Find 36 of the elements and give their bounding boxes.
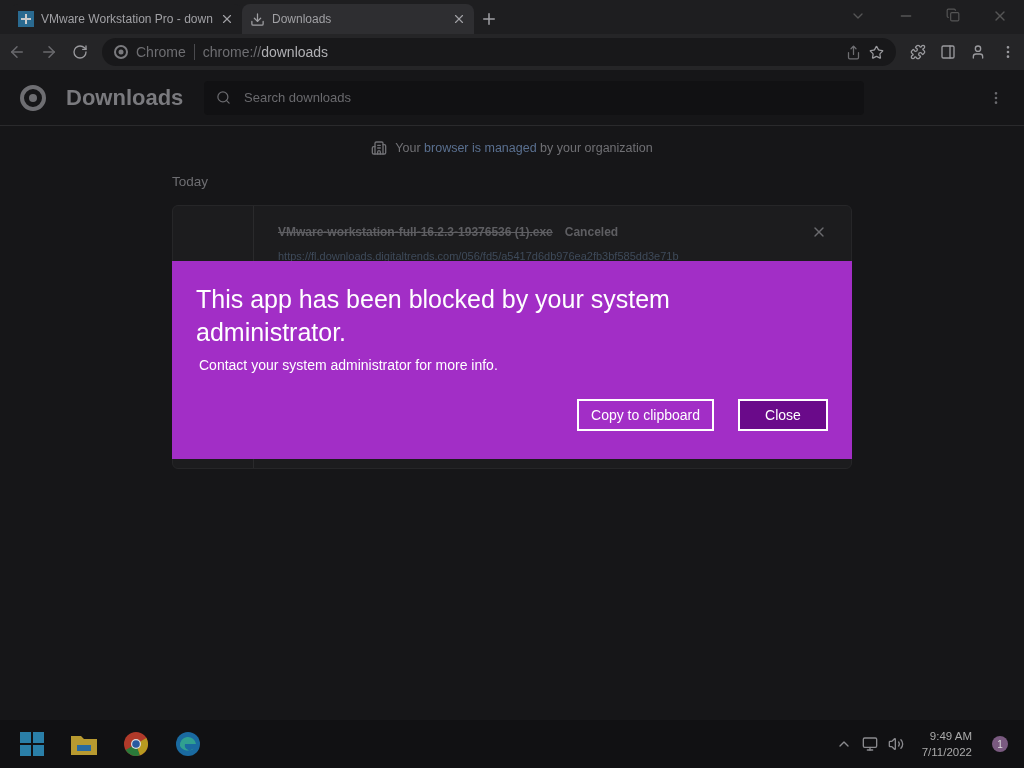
back-icon[interactable] — [8, 43, 26, 61]
page-title: Downloads — [66, 84, 184, 111]
edge-icon[interactable] — [176, 732, 200, 756]
clock[interactable]: 9:49 AM 7/11/2022 — [921, 728, 972, 760]
profile-icon[interactable] — [970, 44, 986, 60]
dialog-title: This app has been blocked by your system administrator. — [196, 284, 671, 348]
close-icon[interactable] — [220, 12, 234, 26]
volume-icon[interactable] — [887, 736, 904, 752]
chrome-logo — [20, 84, 46, 111]
close-icon[interactable] — [452, 12, 466, 26]
managed-link[interactable]: browser is managed — [424, 141, 537, 155]
search-field[interactable]: Search downloads — [204, 80, 864, 115]
dialog-message: Contact your system administrator for more info. — [199, 357, 499, 373]
notification-badge[interactable]: 1 — [992, 736, 1008, 752]
folder-icon[interactable] — [71, 733, 97, 755]
section-heading: Today — [172, 174, 210, 189]
chrome-icon — [114, 45, 128, 59]
managed-notice: Your browser is managed by your organization — [395, 141, 653, 155]
new-tab-icon[interactable] — [480, 10, 498, 28]
extensions-icon[interactable] — [910, 44, 926, 60]
bookmark-star-icon[interactable] — [869, 44, 884, 60]
search-icon — [216, 89, 231, 105]
building-icon — [371, 140, 388, 156]
dialog-button[interactable]: Close — [738, 399, 828, 431]
dialog-button[interactable]: Copy to clipboard — [577, 399, 714, 431]
download-status: Canceled — [564, 225, 620, 239]
address-bar[interactable]: Chrome chrome://downloads — [102, 38, 896, 66]
chrome-icon[interactable] — [124, 732, 148, 756]
browser-tab[interactable]: Downloads — [242, 4, 474, 34]
share-icon[interactable] — [846, 44, 861, 60]
app-icon — [18, 11, 34, 27]
download-icon — [250, 11, 265, 27]
side-panel-icon[interactable] — [940, 44, 956, 60]
reload-icon[interactable] — [72, 44, 88, 60]
start-icon[interactable] — [20, 732, 44, 756]
forward-icon[interactable] — [40, 43, 58, 61]
